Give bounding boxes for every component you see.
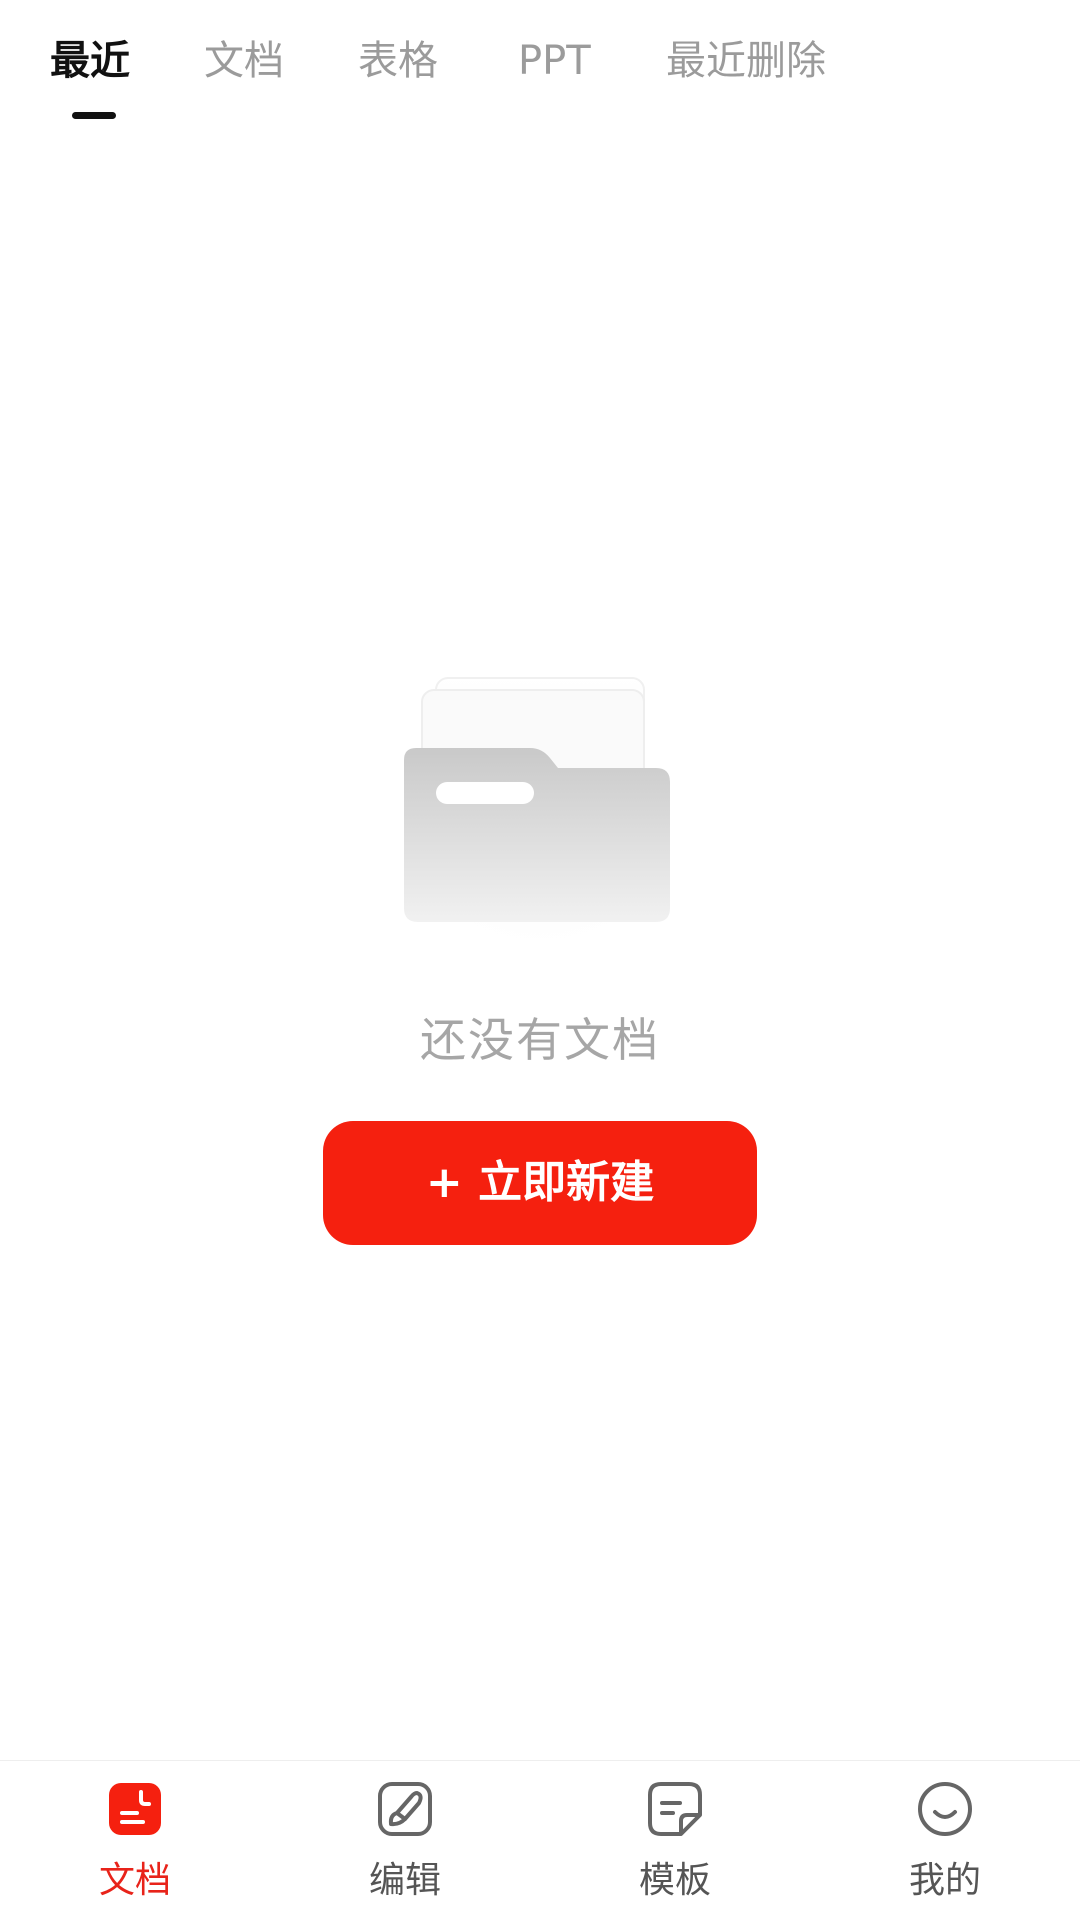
active-tab-indicator [72, 112, 116, 119]
tab-ppt[interactable]: PPT [518, 34, 591, 88]
bottom-navigation: 文档 编辑 模板 我的 [0, 1760, 1080, 1920]
nav-item-templates[interactable]: 模板 [540, 1761, 810, 1920]
empty-state-message: 还没有文档 [420, 1013, 660, 1067]
top-tab-bar: 最近 文档 表格 PPT 最近删除 [0, 0, 1080, 130]
smiley-icon [917, 1781, 973, 1837]
document-icon [107, 1781, 163, 1837]
template-icon [647, 1781, 703, 1837]
app-root: 最近 文档 表格 PPT 最近删除 还没有文档 + 立即新建 文档 编辑 模板 … [0, 0, 1080, 1920]
brush-icon [377, 1781, 433, 1837]
nav-label-templates: 模板 [638, 1860, 711, 1901]
nav-label-documents: 文档 [98, 1860, 171, 1901]
nav-item-documents[interactable]: 文档 [0, 1761, 270, 1920]
nav-label-edit: 编辑 [368, 1860, 441, 1901]
tab-documents[interactable]: 文档 [204, 34, 284, 88]
tab-recently-deleted[interactable]: 最近删除 [666, 34, 826, 88]
create-new-button[interactable]: + 立即新建 [323, 1121, 757, 1245]
nav-item-mine[interactable]: 我的 [810, 1761, 1080, 1920]
folder-icon [380, 670, 700, 950]
tab-recent[interactable]: 最近 [50, 34, 130, 88]
nav-label-mine: 我的 [908, 1860, 981, 1901]
tab-spreadsheets[interactable]: 表格 [358, 34, 438, 88]
nav-item-edit[interactable]: 编辑 [270, 1761, 540, 1920]
